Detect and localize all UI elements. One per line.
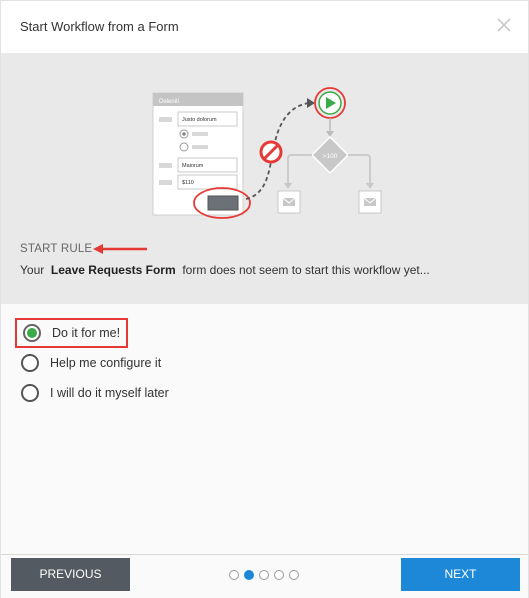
step-dot-active[interactable] bbox=[244, 570, 254, 580]
dialog-footer: PREVIOUS NEXT bbox=[1, 554, 528, 598]
blocked-icon bbox=[259, 140, 283, 164]
previous-button[interactable]: PREVIOUS bbox=[11, 558, 130, 591]
arrow-left-icon bbox=[93, 244, 147, 254]
start-workflow-dialog: Start Workflow from a Form Deleniti Just… bbox=[0, 0, 529, 598]
option-label: I will do it myself later bbox=[50, 386, 169, 400]
workflow-illustration: Deleniti Justo dolorum Maiorum $110 >100 bbox=[152, 87, 382, 219]
radio-icon[interactable] bbox=[21, 384, 39, 402]
step-dot[interactable] bbox=[289, 570, 299, 580]
form-card: Deleniti Justo dolorum Maiorum $110 bbox=[152, 92, 244, 216]
message-prefix: Your bbox=[20, 263, 45, 277]
form-field-2-text: Maiorum bbox=[182, 163, 204, 169]
radio-selected-icon[interactable] bbox=[23, 324, 41, 342]
option-label: Help me configure it bbox=[50, 356, 162, 370]
close-icon[interactable] bbox=[494, 15, 514, 35]
dialog-title: Start Workflow from a Form bbox=[20, 19, 179, 34]
start-rule-panel: Deleniti Justo dolorum Maiorum $110 >100… bbox=[1, 53, 528, 304]
step-dot[interactable] bbox=[274, 570, 284, 580]
start-rule-label: START RULE bbox=[20, 243, 93, 255]
email-icon bbox=[277, 190, 301, 214]
form-field-1-text: Justo dolorum bbox=[182, 117, 217, 123]
step-dot[interactable] bbox=[229, 570, 239, 580]
option-do-it-for-me[interactable]: Do it for me! bbox=[15, 318, 129, 348]
radio-icon[interactable] bbox=[21, 354, 39, 372]
message-suffix: form does not seem to start this workflo… bbox=[182, 263, 430, 277]
next-button[interactable]: NEXT bbox=[401, 558, 520, 591]
email-icon bbox=[358, 190, 382, 214]
option-do-it-later[interactable]: I will do it myself later bbox=[21, 382, 169, 404]
start-rule-message: Your Leave Requests Form form does not s… bbox=[20, 263, 430, 277]
dialog-header: Start Workflow from a Form bbox=[1, 1, 528, 53]
option-help-configure[interactable]: Help me configure it bbox=[21, 352, 161, 374]
step-dot[interactable] bbox=[259, 570, 269, 580]
option-label: Do it for me! bbox=[52, 326, 121, 340]
condition-label: >100 bbox=[323, 153, 338, 160]
step-indicator bbox=[229, 570, 299, 580]
options-group: Do it for me! Help me configure it I wil… bbox=[1, 304, 528, 554]
form-card-title: Deleniti bbox=[159, 99, 179, 105]
play-icon bbox=[314, 87, 346, 119]
form-name: Leave Requests Form bbox=[50, 263, 176, 277]
form-field-3-text: $110 bbox=[182, 180, 194, 186]
